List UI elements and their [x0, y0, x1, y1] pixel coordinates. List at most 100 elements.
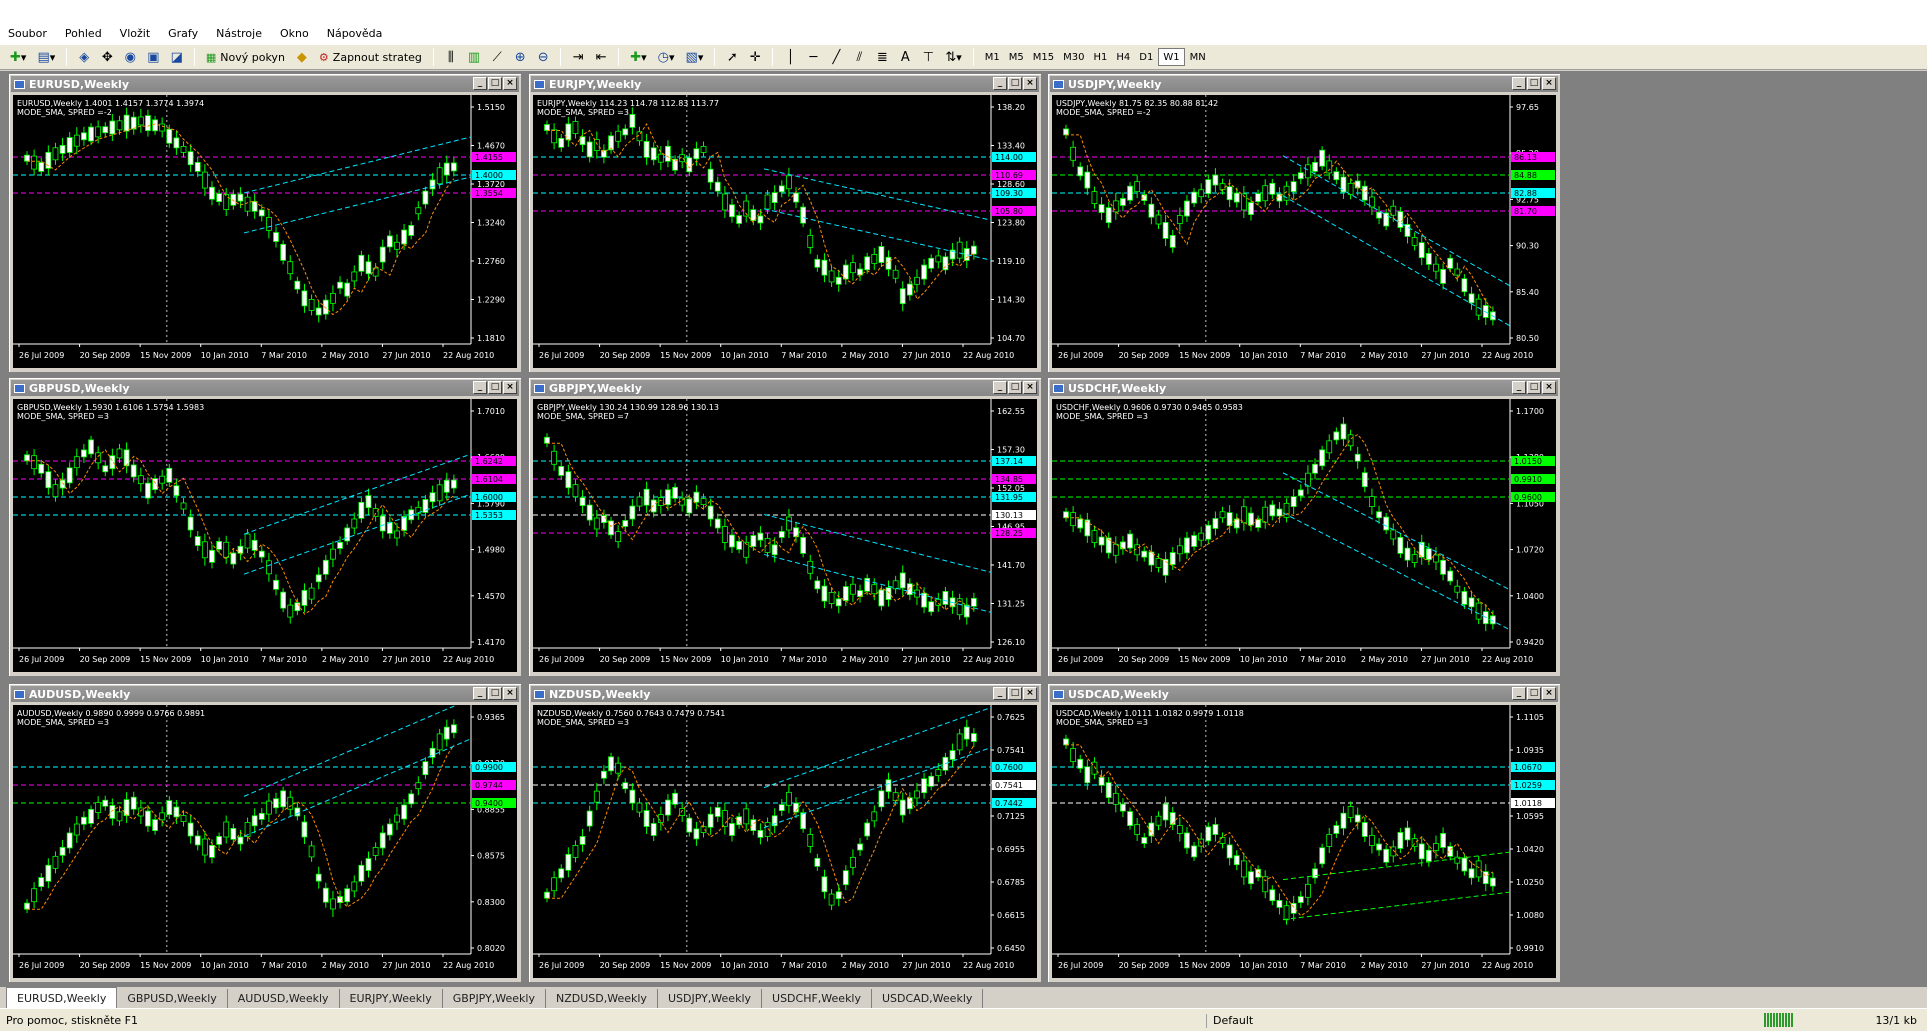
minimize-icon[interactable]: _	[1512, 77, 1526, 90]
price-chart[interactable]: 1.70101.66001.57901.49801.45701.41701.62…	[13, 399, 517, 672]
timeframe-button-h4[interactable]: H4	[1112, 48, 1134, 66]
close-icon[interactable]: ×	[1542, 381, 1556, 394]
strategy-tester-icon[interactable]: ◪	[167, 47, 187, 67]
timeframe-button-m5[interactable]: M5	[1005, 48, 1028, 66]
menu-item-3[interactable]: Grafy	[168, 27, 198, 40]
price-chart[interactable]: 138.20 133.40 128.60 123.80 119.10 114.30 104.…	[533, 95, 1037, 368]
chart-window-titlebar[interactable]: USDCAD,Weekly _ □ ×	[1050, 686, 1558, 702]
market-watch-icon[interactable]: ◈	[74, 47, 94, 67]
timeframe-button-m1[interactable]: M1	[981, 48, 1004, 66]
close-icon[interactable]: ×	[1542, 687, 1556, 700]
close-icon[interactable]: ×	[503, 381, 517, 394]
chart-window[interactable]: USDJPY,Weekly_□× 97.6595.2092.7590.3085.4…	[1047, 73, 1561, 373]
chart-window[interactable]: EURUSD,Weekly _ □ × 1.5150 1.4670 1.3720 1.3240…	[8, 73, 522, 373]
minimize-icon[interactable]: _	[473, 381, 487, 394]
chart-window[interactable]: USDCAD,Weekly_□× 1.11051.09351.07651.0595…	[1047, 683, 1561, 983]
chart-window-titlebar[interactable]: USDCHF,Weekly _ □ ×	[1050, 380, 1558, 396]
metaeditor-icon[interactable]: ◆	[292, 47, 312, 67]
timeframe-button-d1[interactable]: D1	[1135, 48, 1157, 66]
zoom-out-icon[interactable]: ⊖	[533, 47, 553, 67]
navigator-icon[interactable]: ◉	[120, 47, 140, 67]
minimize-icon[interactable]: _	[993, 687, 1007, 700]
chart-shift-icon[interactable]: ⇤	[591, 47, 611, 67]
close-icon[interactable]: ×	[1023, 77, 1037, 90]
menu-item-6[interactable]: Nápověda	[327, 27, 383, 40]
close-icon[interactable]: ×	[503, 77, 517, 90]
chart-window-titlebar[interactable]: AUDUSD,Weekly _ □ ×	[11, 686, 519, 702]
price-chart[interactable]: 1.17001.13801.10501.07201.04000.94201.01…	[1052, 399, 1556, 672]
minimize-icon[interactable]: _	[1512, 687, 1526, 700]
indicators-button[interactable]: ✚ ▾	[626, 47, 650, 67]
close-icon[interactable]: ×	[1023, 381, 1037, 394]
chart-tab[interactable]: EURUSD,Weekly	[6, 987, 118, 1008]
maximize-icon[interactable]: □	[1008, 77, 1022, 90]
chart-window-titlebar[interactable]: NZDUSD,Weekly _ □ ×	[531, 686, 1039, 702]
chart-tab[interactable]: GBPUSD,Weekly	[117, 989, 228, 1008]
maximize-icon[interactable]: □	[488, 77, 502, 90]
auto-scroll-icon[interactable]: ⇥	[568, 47, 588, 67]
chart-window[interactable]: EURJPY,Weekly _ □ × 138.20 133.40 128.60 123.80…	[528, 73, 1042, 373]
horizontal-line-icon[interactable]: ─	[803, 47, 823, 67]
data-window-icon[interactable]: ✥	[97, 47, 117, 67]
close-icon[interactable]: ×	[1542, 77, 1556, 90]
chart-window-titlebar[interactable]: USDJPY,Weekly _ □ ×	[1050, 76, 1558, 92]
price-chart[interactable]: 0.76250.75410.72950.71250.69550.67850.66…	[533, 705, 1037, 978]
maximize-icon[interactable]: □	[488, 687, 502, 700]
bar-chart-icon[interactable]: ⫼	[441, 47, 461, 67]
menu-item-1[interactable]: Pohled	[65, 27, 102, 40]
chart-tab[interactable]: AUDUSD,Weekly	[228, 989, 340, 1008]
chart-tab[interactable]: EURJPY,Weekly	[340, 989, 443, 1008]
price-chart[interactable]: 1.11051.09351.07651.05951.04201.02501.00…	[1052, 705, 1556, 978]
maximize-icon[interactable]: □	[1527, 381, 1541, 394]
trendline-icon[interactable]: ╱	[826, 47, 846, 67]
new-chart-button[interactable]: ✚ ▾	[6, 47, 30, 67]
maximize-icon[interactable]: □	[1527, 687, 1541, 700]
chart-window[interactable]: NZDUSD,Weekly_□× 0.76250.75410.72950.7125…	[528, 683, 1042, 983]
menu-item-5[interactable]: Okno	[280, 27, 309, 40]
periods-button[interactable]: ◷ ▾	[654, 47, 679, 67]
templates-button[interactable]: ▧ ▾	[682, 47, 708, 67]
chart-window[interactable]: GBPUSD,Weekly_□× 1.70101.66001.57901.4980…	[8, 377, 522, 677]
new-order-button[interactable]: ▦ Nový pokyn	[202, 51, 289, 64]
chart-tab[interactable]: USDJPY,Weekly	[658, 989, 763, 1008]
maximize-icon[interactable]: □	[1008, 381, 1022, 394]
minimize-icon[interactable]: _	[473, 687, 487, 700]
profiles-button[interactable]: ▤ ▾	[33, 47, 59, 67]
chart-window[interactable]: USDCHF,Weekly_□× 1.17001.13801.10501.0720…	[1047, 377, 1561, 677]
menu-item-0[interactable]: Soubor	[8, 27, 47, 40]
timeframe-button-m30[interactable]: M30	[1059, 48, 1088, 66]
price-chart[interactable]: 162.55 157.30 152.05 146.95 141.70 131.25 126.…	[533, 399, 1037, 672]
price-chart[interactable]: 0.93650.91300.88550.85750.83000.80200.99…	[13, 705, 517, 978]
price-chart[interactable]: 97.6595.2092.7590.3085.4080.5086.1384.88…	[1052, 95, 1556, 368]
line-chart-icon[interactable]: ⟋	[487, 47, 507, 67]
maximize-icon[interactable]: □	[488, 381, 502, 394]
chart-window-titlebar[interactable]: GBPUSD,Weekly _ □ ×	[11, 380, 519, 396]
chart-window-titlebar[interactable]: GBPJPY,Weekly _ □ ×	[531, 380, 1039, 396]
chart-tab[interactable]: NZDUSD,Weekly	[546, 989, 658, 1008]
maximize-icon[interactable]: □	[1527, 77, 1541, 90]
timeframe-button-w1[interactable]: W1	[1158, 48, 1185, 66]
terminal-icon[interactable]: ▣	[143, 47, 163, 67]
chart-tab[interactable]: GBPJPY,Weekly	[443, 989, 546, 1008]
arrows-icon[interactable]: ⇅ ▾	[941, 47, 965, 67]
chart-window-titlebar[interactable]: EURJPY,Weekly _ □ ×	[531, 76, 1039, 92]
minimize-icon[interactable]: _	[473, 77, 487, 90]
price-chart[interactable]: 1.5150 1.4670 1.3720 1.3240 1.2760 1.2290 1.18…	[13, 95, 517, 368]
close-icon[interactable]: ×	[503, 687, 517, 700]
timeframe-button-h1[interactable]: H1	[1090, 48, 1112, 66]
timeframe-button-m15[interactable]: M15	[1029, 48, 1058, 66]
crosshair-icon[interactable]: ✛	[745, 47, 765, 67]
expert-advisors-button[interactable]: ⚙ Zapnout strateg	[315, 51, 426, 64]
vertical-line-icon[interactable]: │	[780, 47, 800, 67]
minimize-icon[interactable]: _	[993, 77, 1007, 90]
menu-item-4[interactable]: Nástroje	[216, 27, 262, 40]
chart-tab[interactable]: USDCAD,Weekly	[872, 989, 984, 1008]
chart-tab[interactable]: USDCHF,Weekly	[762, 989, 872, 1008]
menu-item-2[interactable]: Vložit	[120, 27, 150, 40]
maximize-icon[interactable]: □	[1008, 687, 1022, 700]
chart-window[interactable]: AUDUSD,Weekly_□× 0.93650.91300.88550.8575…	[8, 683, 522, 983]
fibonacci-icon[interactable]: ≣	[872, 47, 892, 67]
channel-icon[interactable]: ⫽	[849, 47, 869, 67]
text-label-icon[interactable]: ⊤	[918, 47, 938, 67]
chart-window[interactable]: GBPJPY,Weekly _ □ × 162.55 157.30 152.05 146.95…	[528, 377, 1042, 677]
